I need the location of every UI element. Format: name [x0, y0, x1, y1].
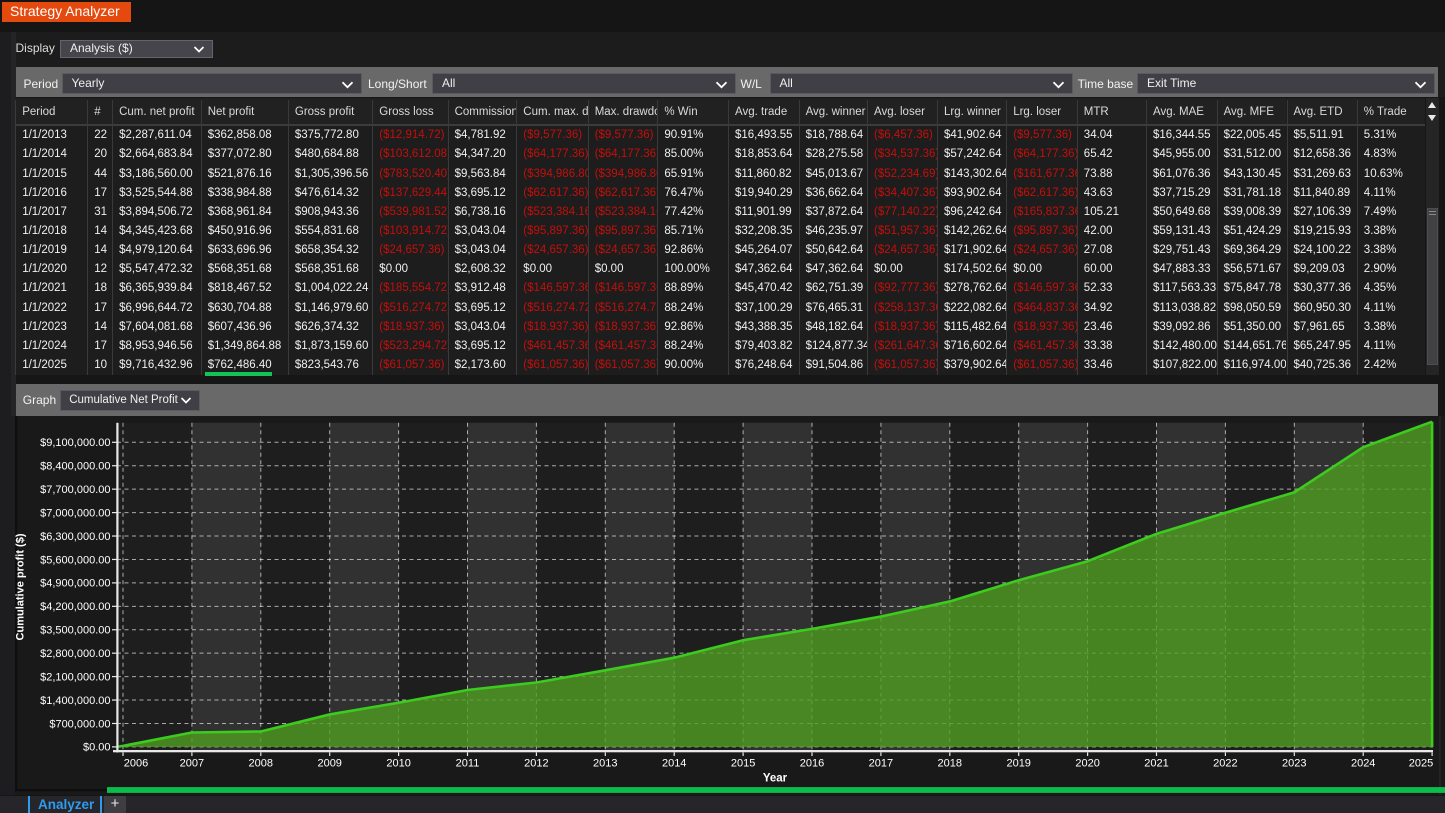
svg-text:2019: 2019 [1006, 758, 1030, 770]
svg-text:2008: 2008 [249, 758, 273, 770]
svg-text:Year: Year [763, 773, 788, 785]
svg-text:2015: 2015 [731, 758, 755, 770]
svg-text:$2,100,000.00: $2,100,000.00 [40, 671, 110, 683]
svg-text:2012: 2012 [524, 758, 548, 770]
svg-text:2021: 2021 [1144, 758, 1168, 770]
svg-text:2013: 2013 [593, 758, 617, 770]
svg-text:Cumulative profit ($): Cumulative profit ($) [15, 533, 27, 640]
svg-text:$4,200,000.00: $4,200,000.00 [40, 601, 110, 613]
svg-text:$2,800,000.00: $2,800,000.00 [40, 648, 110, 660]
svg-text:2016: 2016 [800, 758, 824, 770]
svg-text:$4,900,000.00: $4,900,000.00 [40, 578, 110, 590]
svg-text:$1,400,000.00: $1,400,000.00 [40, 695, 110, 707]
svg-text:$6,300,000.00: $6,300,000.00 [40, 531, 110, 543]
svg-text:2018: 2018 [938, 758, 962, 770]
svg-text:2017: 2017 [869, 758, 893, 770]
svg-text:$0.00: $0.00 [83, 742, 111, 754]
svg-text:2009: 2009 [317, 758, 341, 770]
svg-text:2011: 2011 [456, 758, 480, 770]
svg-text:$7,000,000.00: $7,000,000.00 [40, 507, 110, 519]
svg-text:$9,100,000.00: $9,100,000.00 [40, 437, 110, 449]
svg-text:2024: 2024 [1351, 758, 1375, 770]
svg-text:$8,400,000.00: $8,400,000.00 [40, 461, 110, 473]
svg-text:2025: 2025 [1409, 758, 1433, 770]
svg-text:$7,700,000.00: $7,700,000.00 [40, 484, 110, 496]
svg-text:2014: 2014 [662, 758, 686, 770]
svg-text:$5,600,000.00: $5,600,000.00 [40, 554, 110, 566]
svg-text:2020: 2020 [1075, 758, 1099, 770]
svg-text:2010: 2010 [386, 758, 410, 770]
svg-text:2023: 2023 [1282, 758, 1306, 770]
svg-text:2022: 2022 [1213, 758, 1237, 770]
svg-text:$700,000.00: $700,000.00 [49, 718, 110, 730]
svg-text:2006: 2006 [124, 758, 148, 770]
svg-text:$3,500,000.00: $3,500,000.00 [40, 625, 110, 637]
svg-text:2007: 2007 [180, 758, 204, 770]
